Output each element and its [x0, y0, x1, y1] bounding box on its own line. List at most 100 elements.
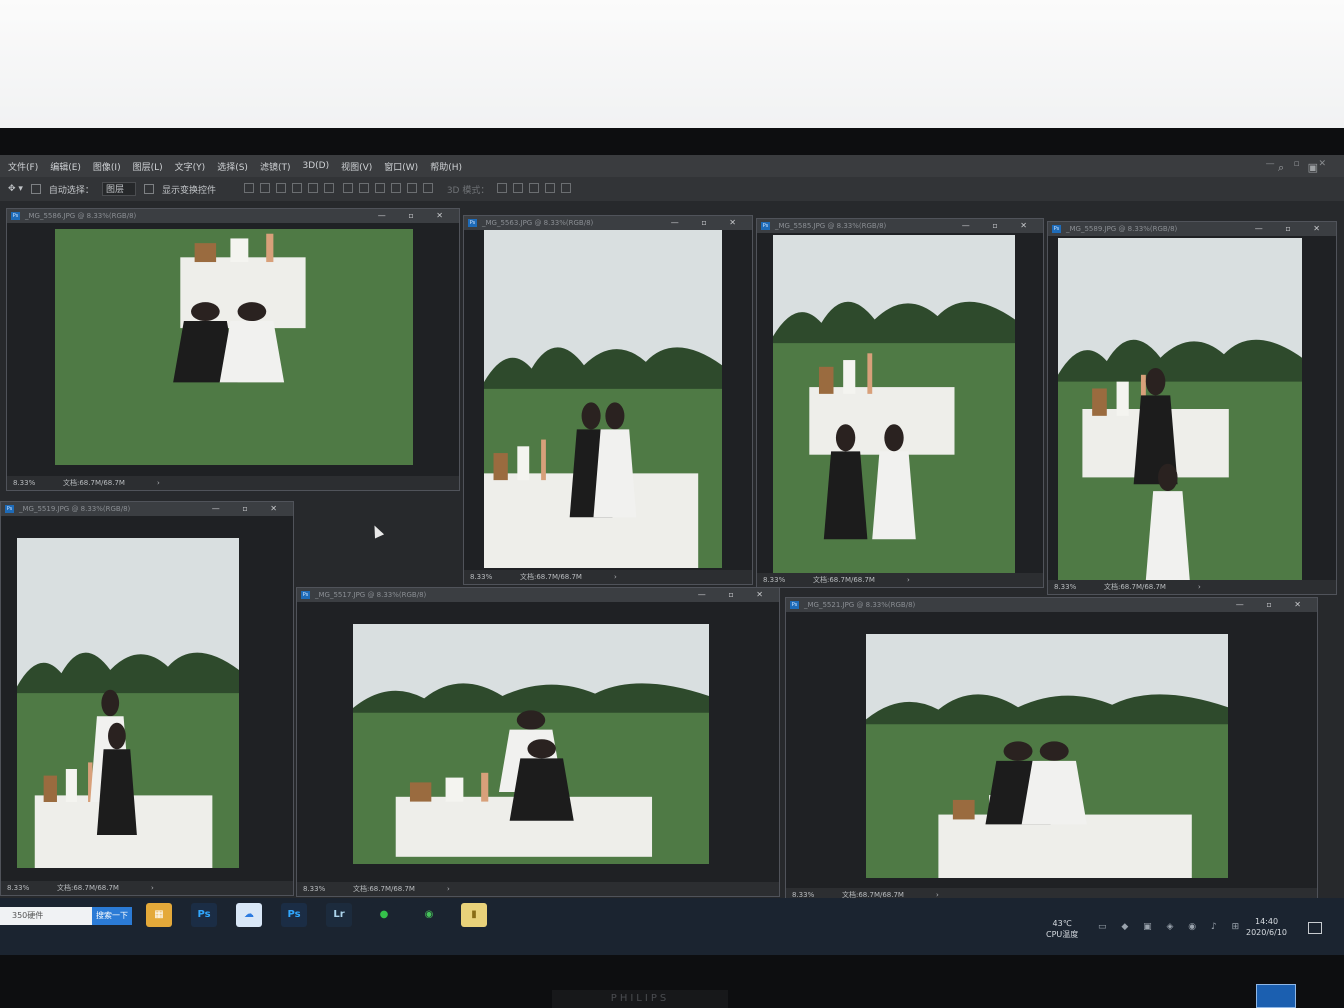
- cloud-app-icon[interactable]: ☁: [236, 903, 262, 927]
- photoshop-icon[interactable]: Ps: [191, 903, 217, 927]
- menu-item[interactable]: 滤镜(T): [260, 160, 291, 173]
- clock-date: 2020/6/10: [1246, 928, 1288, 937]
- status-menu-arrow-icon[interactable]: ›: [614, 570, 617, 584]
- document-window[interactable]: Ps _MG_5521.JPG @ 8.33%(RGB/8) — ▫ ✕ 8.3…: [785, 597, 1318, 903]
- menu-item[interactable]: 文字(Y): [175, 160, 206, 173]
- document-title: _MG_5589.JPG @ 8.33%(RGB/8): [1066, 225, 1178, 233]
- document-window[interactable]: Ps _MG_5585.JPG @ 8.33%(RGB/8) — ▫ ✕ 8.3…: [756, 218, 1044, 588]
- document-window-controls[interactable]: — ▫ ✕: [1236, 598, 1311, 612]
- zoom-level[interactable]: 8.33%: [470, 573, 492, 581]
- document-title-bar[interactable]: Ps _MG_5563.JPG @ 8.33%(RGB/8) — ▫ ✕: [464, 216, 752, 230]
- menu-item[interactable]: 图层(L): [133, 160, 163, 173]
- temperature-label: CPU温度: [1046, 930, 1079, 939]
- document-window-controls[interactable]: — ▫ ✕: [698, 588, 773, 602]
- document-title-bar[interactable]: Ps _MG_5519.JPG @ 8.33%(RGB/8) — ▫ ✕: [1, 502, 293, 516]
- photoshop-icon[interactable]: Ps: [281, 903, 307, 927]
- photo-canvas[interactable]: [866, 634, 1228, 878]
- menu-item[interactable]: 帮助(H): [430, 160, 462, 173]
- zoom-level[interactable]: 8.33%: [763, 576, 785, 584]
- zoom-level[interactable]: 8.33%: [1054, 583, 1076, 591]
- document-title-bar[interactable]: Ps _MG_5589.JPG @ 8.33%(RGB/8) — ▫ ✕: [1048, 222, 1336, 236]
- cpu-temperature: 43℃ CPU温度: [1046, 918, 1078, 940]
- auto-select-checkbox[interactable]: [30, 184, 41, 194]
- document-window-controls[interactable]: — ▫ ✕: [671, 216, 746, 230]
- status-menu-arrow-icon[interactable]: ›: [157, 476, 160, 490]
- document-window[interactable]: Ps _MG_5586.JPG @ 8.33%(RGB/8) — ▫ ✕ 8.3…: [6, 208, 460, 491]
- transform-controls-label: 显示变换控件: [161, 185, 216, 196]
- temperature-value: 43℃: [1052, 919, 1072, 928]
- document-status-bar: 8.33% 文档:68.7M/68.7M ›: [297, 882, 779, 896]
- 360-icon[interactable]: ◉: [416, 903, 442, 927]
- document-window[interactable]: Ps _MG_5589.JPG @ 8.33%(RGB/8) — ▫ ✕ 8.3…: [1047, 221, 1337, 595]
- photo-canvas[interactable]: [17, 538, 239, 868]
- menu-item[interactable]: 编辑(E): [50, 160, 81, 173]
- clock[interactable]: 14:40 2020/6/10: [1246, 916, 1287, 938]
- mouse-cursor-icon: [369, 523, 385, 539]
- system-tray-icons[interactable]: ▭ ◆ ▣ ◈ ◉ ♪ ⊞: [1098, 922, 1245, 932]
- document-window[interactable]: Ps _MG_5563.JPG @ 8.33%(RGB/8) — ▫ ✕ 8.3…: [463, 215, 753, 585]
- layer-select[interactable]: 图层: [101, 182, 136, 196]
- ps-document-icon: Ps: [468, 219, 477, 227]
- zoom-level[interactable]: 8.33%: [303, 885, 325, 893]
- gallery-app-icon[interactable]: ▦: [146, 903, 172, 927]
- document-size-info: 文档:68.7M/68.7M: [57, 884, 119, 892]
- document-window-controls[interactable]: — ▫ ✕: [378, 209, 453, 223]
- taskbar: 350硬件 搜索一下 ▦ Ps ☁ Ps Lr ● ◉ ▮ 43℃ CPU温度 ▭ ◆ ▣ ◈…: [0, 898, 1344, 955]
- document-title-bar[interactable]: Ps _MG_5521.JPG @ 8.33%(RGB/8) — ▫ ✕: [786, 598, 1317, 612]
- folder-icon[interactable]: ▮: [461, 903, 487, 927]
- document-title: _MG_5585.JPG @ 8.33%(RGB/8): [775, 222, 887, 230]
- search-workspace-icons[interactable]: ⌕ ▣: [1278, 161, 1328, 175]
- menu-item[interactable]: 选择(S): [217, 160, 248, 173]
- document-title-bar[interactable]: Ps _MG_5585.JPG @ 8.33%(RGB/8) — ▫ ✕: [757, 219, 1043, 233]
- zoom-level[interactable]: 8.33%: [13, 479, 35, 487]
- align-tools[interactable]: [243, 182, 439, 196]
- transform-controls-checkbox[interactable]: [143, 184, 154, 194]
- status-menu-arrow-icon[interactable]: ›: [151, 881, 154, 895]
- photo-canvas[interactable]: [55, 229, 413, 465]
- photo-canvas[interactable]: [353, 624, 709, 864]
- notification-icon[interactable]: [1308, 922, 1322, 934]
- photoshop-workspace: 文件(F) 编辑(E) 图像(I) 图层(L) 文字(Y) 选择(S) 滤镜(T) 3D(D)…: [0, 155, 1344, 955]
- lightroom-icon[interactable]: Lr: [326, 903, 352, 927]
- document-window-controls[interactable]: — ▫ ✕: [1255, 222, 1330, 236]
- document-size-info: 文档:68.7M/68.7M: [520, 573, 582, 581]
- document-window-controls[interactable]: — ▫ ✕: [212, 502, 287, 516]
- menu-item[interactable]: 视图(V): [341, 160, 372, 173]
- menu-item[interactable]: 窗口(W): [384, 160, 418, 173]
- document-window[interactable]: Ps _MG_5519.JPG @ 8.33%(RGB/8) — ▫ ✕ 8.3…: [0, 501, 294, 896]
- ps-document-icon: Ps: [1052, 225, 1061, 233]
- document-title: _MG_5517.JPG @ 8.33%(RGB/8): [315, 591, 427, 599]
- taskbar-search-button[interactable]: 搜索一下: [92, 907, 132, 925]
- document-status-bar: 8.33% 文档:68.7M/68.7M ›: [757, 573, 1043, 587]
- document-title-bar[interactable]: Ps _MG_5517.JPG @ 8.33%(RGB/8) — ▫ ✕: [297, 588, 779, 602]
- 3d-tools[interactable]: [497, 182, 577, 196]
- photo-canvas[interactable]: [773, 235, 1015, 573]
- document-size-info: 文档:68.7M/68.7M: [1104, 583, 1166, 591]
- menu-item[interactable]: 图像(I): [93, 160, 121, 173]
- status-menu-arrow-icon[interactable]: ›: [1198, 580, 1201, 594]
- menu-item[interactable]: 3D(D): [302, 161, 329, 171]
- document-window-controls[interactable]: — ▫ ✕: [962, 219, 1037, 233]
- auto-select-label: 自动选择：: [48, 185, 94, 196]
- photo-canvas[interactable]: [484, 230, 722, 568]
- status-menu-arrow-icon[interactable]: ›: [447, 882, 450, 896]
- document-size-info: 文档:68.7M/68.7M: [353, 885, 415, 893]
- photo-canvas[interactable]: [1058, 238, 1302, 580]
- document-window[interactable]: Ps _MG_5517.JPG @ 8.33%(RGB/8) — ▫ ✕ 8.3…: [296, 587, 780, 897]
- document-size-info: 文档:68.7M/68.7M: [63, 479, 125, 487]
- menu-item[interactable]: 文件(F): [8, 160, 38, 173]
- wechat-icon[interactable]: ●: [371, 903, 397, 927]
- document-title: _MG_5563.JPG @ 8.33%(RGB/8): [482, 219, 594, 227]
- clock-time: 14:40: [1254, 917, 1279, 926]
- wall-background: [0, 0, 1344, 140]
- move-tool-icon[interactable]: ✥ ▾: [8, 184, 23, 194]
- document-status-bar: 8.33% 文档:68.7M/68.7M ›: [7, 476, 459, 490]
- status-menu-arrow-icon[interactable]: ›: [907, 573, 910, 587]
- zoom-level[interactable]: 8.33%: [7, 884, 29, 892]
- taskbar-search-input[interactable]: 350硬件: [0, 907, 92, 925]
- energy-sticker: [1256, 984, 1296, 1008]
- options-bar: ✥ ▾ 自动选择： 图层 显示变换控件 3D 模式：: [0, 177, 1344, 201]
- document-title-bar[interactable]: Ps _MG_5586.JPG @ 8.33%(RGB/8) — ▫ ✕: [7, 209, 459, 223]
- document-title: _MG_5521.JPG @ 8.33%(RGB/8): [804, 601, 916, 609]
- ps-document-icon: Ps: [790, 601, 799, 609]
